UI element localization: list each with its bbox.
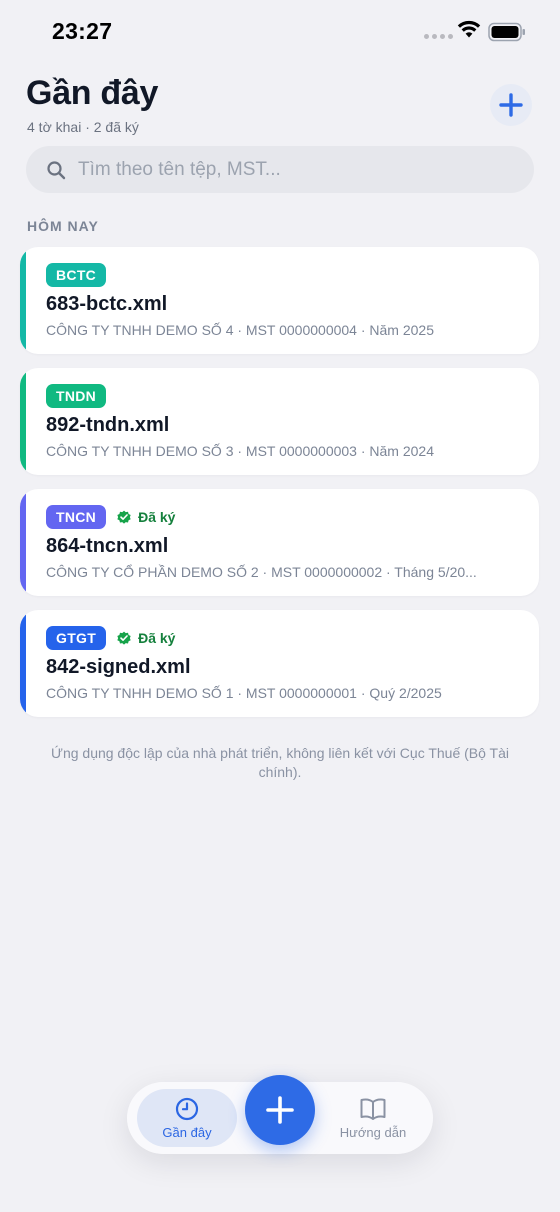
status-time: 23:27 [52, 18, 113, 44]
card-accent-bar [20, 610, 26, 717]
type-badge: TNDN [46, 384, 107, 408]
verified-check-icon [117, 510, 131, 524]
file-meta: CÔNG TY TNHH DEMO SỐ 1 · MST 0000000001 … [46, 685, 442, 701]
clock-icon [175, 1097, 199, 1121]
file-meta: CÔNG TY CỔ PHẦN DEMO SỐ 2 · MST 00000000… [46, 564, 477, 580]
type-badge: GTGT [46, 626, 107, 650]
card-accent-bar [20, 247, 26, 354]
tab-recent[interactable]: Gần đây [137, 1089, 237, 1147]
file-card[interactable]: GTGT Đã ký 842-signed.xml CÔNG TY TNHH D… [20, 610, 539, 717]
battery-icon [488, 22, 525, 42]
file-card[interactable]: TNCN Đã ký 864-tncn.xml CÔNG TY CỔ PHẦN … [20, 489, 539, 596]
type-badge: TNCN [46, 505, 107, 529]
file-name: 864-tncn.xml [46, 535, 169, 557]
file-name: 683-bctc.xml [46, 293, 168, 315]
card-accent-bar [20, 368, 26, 475]
card-accent-bar [20, 489, 26, 596]
page-title: Gần đây [26, 74, 159, 112]
file-list: BCTC 683-bctc.xml CÔNG TY TNHH DEMO SỐ 4… [20, 247, 539, 731]
file-meta: CÔNG TY TNHH DEMO SỐ 4 · MST 0000000004 … [46, 322, 435, 338]
status-bar: 23:27 [0, 0, 560, 64]
cellular-signal-icon [424, 34, 453, 39]
file-meta: CÔNG TY TNHH DEMO SỐ 3 · MST 0000000003 … [46, 443, 435, 459]
search-bar[interactable] [26, 146, 534, 193]
plus-icon [499, 93, 523, 117]
verified-check-icon [117, 631, 131, 645]
section-header: HÔM NAY [27, 218, 99, 234]
signed-label: Đã ký [138, 509, 176, 525]
wifi-icon [457, 20, 481, 38]
signed-label: Đã ký [138, 630, 176, 646]
add-file-button[interactable] [245, 1075, 315, 1145]
file-name: 842-signed.xml [46, 656, 191, 678]
search-input[interactable] [78, 158, 498, 181]
plus-icon [266, 1096, 294, 1124]
file-card[interactable]: BCTC 683-bctc.xml CÔNG TY TNHH DEMO SỐ 4… [20, 247, 539, 354]
signed-status: Đã ký [116, 630, 175, 646]
book-icon [360, 1098, 386, 1120]
search-icon [47, 160, 66, 179]
file-name: 892-tndn.xml [46, 414, 170, 436]
disclaimer-text: Ứng dụng độc lập của nhà phát triển, khô… [50, 745, 509, 780]
page-subtitle: 4 tờ khai · 2 đã ký [27, 119, 139, 135]
signed-status: Đã ký [116, 509, 175, 525]
tab-recent-label: Gần đây [162, 1125, 212, 1140]
type-badge: BCTC [46, 263, 107, 287]
tab-guide[interactable]: Hướng dẫn [323, 1089, 423, 1147]
add-button[interactable] [490, 84, 532, 126]
tab-guide-label: Hướng dẫn [339, 1125, 407, 1140]
file-card[interactable]: TNDN 892-tndn.xml CÔNG TY TNHH DEMO SỐ 3… [20, 368, 539, 475]
screen: 23:27 Gần đây 4 tờ khai · 2 đã ký HÔM NA… [0, 0, 560, 1212]
